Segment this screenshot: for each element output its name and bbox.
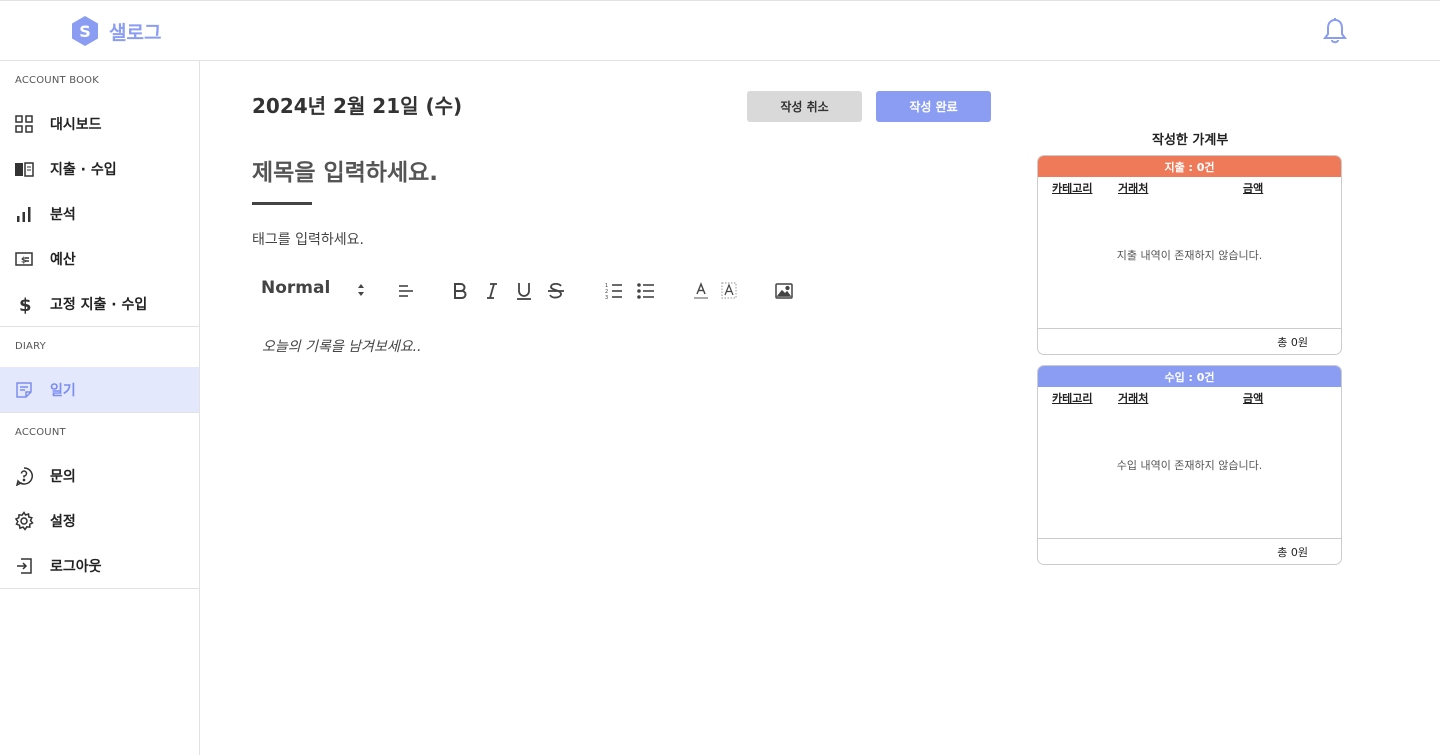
section-label-account-book: ACCOUNT BOOK — [15, 75, 99, 86]
column-vendor[interactable]: 거래처 — [1118, 180, 1148, 196]
sidebar: ACCOUNT BOOK 대시보드 지출 · 수입 분석 $ 예산 $ 고정 지… — [0, 61, 200, 755]
sidebar-item-analysis[interactable]: 분석 — [0, 191, 199, 236]
section-label-account: ACCOUNT — [15, 427, 66, 438]
logout-icon — [17, 557, 32, 574]
sidebar-item-label: 로그아웃 — [50, 558, 102, 575]
align-left-icon — [399, 285, 413, 297]
format-select-value: Normal — [261, 278, 331, 298]
bold-icon — [454, 283, 467, 299]
text-color-button[interactable] — [691, 281, 711, 301]
sidebar-item-expense-income[interactable]: 지출 · 수입 — [0, 146, 199, 191]
sidebar-item-label: 대시보드 — [50, 116, 102, 133]
section-label-diary: DIARY — [15, 341, 46, 352]
sidebar-item-label: 일기 — [50, 382, 76, 399]
select-arrows-icon — [358, 284, 364, 296]
svg-text:$: $ — [21, 255, 27, 264]
svg-text:3: 3 — [605, 295, 608, 301]
bold-button[interactable] — [450, 281, 470, 301]
svg-text:$: $ — [19, 295, 32, 314]
sidebar-item-fixed-expense-income[interactable]: $ 고정 지출 · 수입 — [0, 281, 199, 326]
expense-total: 총 0원 — [1038, 328, 1341, 354]
image-icon — [775, 283, 793, 299]
help-icon — [15, 466, 33, 486]
column-vendor[interactable]: 거래처 — [1118, 390, 1148, 406]
title-input[interactable]: 제목을 입력하세요. — [252, 153, 438, 187]
sidebar-item-diary[interactable]: 일기 — [0, 367, 199, 412]
cancel-button[interactable]: 작성 취소 — [747, 91, 862, 122]
body-editor[interactable]: 오늘의 기록을 남겨보세요.. — [262, 336, 421, 356]
divider — [0, 588, 199, 589]
bar-chart-icon — [17, 206, 31, 222]
sidebar-item-label: 고정 지출 · 수입 — [50, 296, 148, 313]
sidebar-item-settings[interactable]: 설정 — [0, 498, 199, 543]
title-underline — [252, 202, 312, 205]
column-amount[interactable]: 금액 — [1243, 390, 1263, 406]
note-icon — [16, 381, 32, 398]
italic-button[interactable] — [482, 281, 502, 301]
budget-icon: $ — [15, 251, 33, 266]
highlight-icon — [721, 282, 737, 299]
app-logo[interactable]: S 샐로그 — [69, 15, 161, 47]
column-category[interactable]: 카테고리 — [1052, 180, 1092, 196]
format-select[interactable]: Normal — [261, 278, 366, 302]
submit-button[interactable]: 작성 완료 — [876, 91, 991, 122]
sidebar-item-label: 예산 — [50, 251, 76, 268]
book-icon — [15, 161, 34, 177]
income-card-header: 수입 : 0건 — [1038, 366, 1341, 387]
ordered-list-button[interactable]: 1 2 3 — [604, 281, 624, 301]
image-button[interactable] — [774, 281, 794, 301]
ledger-title: 작성한 가계부 — [1152, 133, 1229, 148]
app-name: 샐로그 — [109, 21, 162, 44]
expense-card: 지출 : 0건 카테고리 거래처 금액 지출 내역이 존재하지 않습니다. 총 … — [1037, 155, 1342, 355]
bullet-list-icon — [637, 283, 654, 299]
logo-hex-icon: S — [72, 16, 98, 46]
sidebar-item-label: 지출 · 수입 — [50, 161, 117, 178]
expense-columns: 카테고리 거래처 금액 — [1038, 177, 1341, 197]
align-button[interactable] — [396, 281, 416, 301]
income-card: 수입 : 0건 카테고리 거래처 금액 수입 내역이 존재하지 않습니다. 총 … — [1037, 365, 1342, 565]
strikethrough-icon — [548, 282, 564, 299]
gear-icon — [14, 510, 34, 531]
bullet-list-button[interactable] — [636, 281, 656, 301]
sidebar-item-dashboard[interactable]: 대시보드 — [0, 101, 199, 146]
bell-icon[interactable] — [1322, 17, 1348, 45]
income-columns: 카테고리 거래처 금액 — [1038, 387, 1341, 407]
diary-editor: 2024년 2월 21일 (수) 작성 취소 작성 완료 제목을 입력하세요. … — [200, 61, 1440, 755]
top-bar: S 샐로그 — [0, 0, 1440, 61]
sidebar-item-help[interactable]: 문의 — [0, 453, 199, 498]
underline-button[interactable] — [514, 281, 534, 301]
sidebar-item-budget[interactable]: $ 예산 — [0, 236, 199, 281]
sidebar-item-label: 문의 — [50, 468, 76, 485]
tag-input[interactable]: 태그를 입력하세요. — [252, 229, 364, 249]
page-date: 2024년 2월 21일 (수) — [252, 94, 463, 118]
editor-toolbar: Normal 1 2 3 — [252, 275, 794, 305]
dollar-icon: $ — [19, 295, 32, 314]
income-empty-message: 수입 내역이 존재하지 않습니다. — [1116, 459, 1263, 472]
grid-icon — [15, 114, 33, 133]
strike-button[interactable] — [546, 281, 566, 301]
svg-text:S: S — [79, 22, 91, 41]
expense-card-header: 지출 : 0건 — [1038, 156, 1341, 177]
text-color-icon — [694, 282, 708, 299]
sidebar-item-label: 분석 — [50, 206, 76, 223]
ordered-list-icon: 1 2 3 — [605, 283, 622, 301]
sidebar-item-logout[interactable]: 로그아웃 — [0, 543, 199, 588]
income-total: 총 0원 — [1038, 538, 1341, 564]
italic-icon — [487, 283, 497, 299]
background-color-button[interactable] — [719, 281, 739, 301]
column-amount[interactable]: 금액 — [1243, 180, 1263, 196]
expense-empty-message: 지출 내역이 존재하지 않습니다. — [1116, 249, 1263, 262]
column-category[interactable]: 카테고리 — [1052, 390, 1092, 406]
sidebar-item-label: 설정 — [50, 513, 76, 530]
underline-icon — [517, 283, 531, 300]
